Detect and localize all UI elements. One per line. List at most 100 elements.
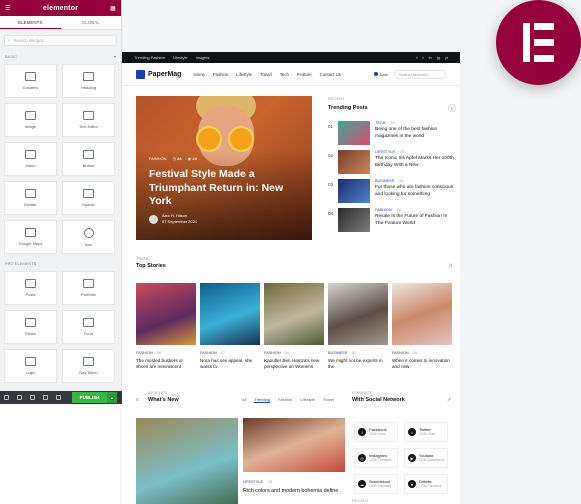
category-text[interactable]: TECH [375, 121, 385, 125]
layers-icon[interactable] [17, 395, 22, 400]
hero-category[interactable]: FASHION [149, 156, 167, 161]
category-text[interactable]: LIFESTYLE [375, 150, 395, 154]
category-text[interactable]: BUSINESS [375, 179, 394, 183]
topbar-link[interactable]: Lifestyle [173, 55, 188, 60]
widget-text-editor[interactable]: Text Editor [62, 103, 115, 137]
category-pro[interactable]: Pro Elements [0, 258, 121, 269]
hero-post[interactable]: FASHION ◷ 24 ◉ 24 Festival Style Made a … [136, 96, 312, 240]
social-dribble[interactable]: ● Dribble 13.5k Followers [404, 474, 448, 494]
category-text[interactable]: FASHION [200, 351, 217, 355]
story-card[interactable]: FASHION 24 The molded bustiers or shoes a… [136, 283, 196, 370]
social-instagram[interactable]: ◎ Instagram 14.5k Followers [354, 448, 398, 468]
tab-travel[interactable]: Travel [323, 397, 334, 403]
menu-item-fashion[interactable]: Fashion [213, 72, 228, 77]
widget-portfolio[interactable]: Portfolio [62, 271, 115, 305]
trending-item[interactable]: 03 BUSINESS 24 For those who are fashion c… [328, 179, 456, 208]
share-icon[interactable]: ⇗ [447, 397, 451, 403]
settings-icon[interactable] [4, 395, 9, 400]
menu-item-home[interactable]: Home [193, 72, 204, 77]
widget-login[interactable]: Login [4, 349, 57, 383]
category-text[interactable]: FASHION [392, 351, 409, 355]
widget-divider[interactable]: Divider [4, 181, 57, 215]
menu-item-travel[interactable]: Travel [260, 72, 272, 77]
widget-heading[interactable]: Heading [62, 64, 115, 98]
social-youtube[interactable]: ▶ Youtube 13.5k Subscribers [404, 448, 448, 468]
papermag-logo-icon [136, 69, 145, 79]
twitter-icon[interactable]: t [423, 55, 424, 60]
site-search-input[interactable]: Search keyword... [394, 69, 446, 79]
tab-global[interactable]: Global [61, 16, 122, 29]
social-facebook[interactable]: f Facebook 13.5k Likes [354, 422, 398, 442]
topbar-link[interactable]: Insights [196, 55, 210, 60]
category-text[interactable]: FASHION [375, 208, 392, 212]
whatsnew-image-small[interactable] [243, 418, 345, 472]
tab-lifestyle[interactable]: Lifestyle [300, 397, 315, 403]
form-icon [83, 318, 94, 327]
widget-search-input[interactable]: ⌕ Search Widget... [4, 35, 117, 46]
grid-icon[interactable]: ▦ [110, 5, 116, 12]
topbar-link[interactable]: Trending Fashion [134, 55, 165, 60]
hamburger-icon[interactable]: ☰ [5, 5, 11, 12]
trending-title: Being one of the best fashion magazines … [375, 127, 438, 139]
tab-all[interactable]: All [242, 397, 246, 403]
tab-elements[interactable]: Elements [0, 16, 61, 29]
menu-item-contact[interactable]: Contact Us [320, 72, 341, 77]
dark-mode-toggle[interactable]: Dark [373, 72, 388, 77]
menu-item-tech[interactable]: Tech [280, 72, 289, 77]
responsive-icon[interactable] [43, 395, 48, 400]
story-card[interactable]: FASHION 24 When it comes to innovation an… [392, 283, 452, 370]
category-text[interactable]: FASHION [136, 351, 153, 355]
widget-video[interactable]: Video [4, 142, 57, 176]
story-card[interactable]: BUSINESS 16 We might not be experts in th… [328, 283, 388, 370]
refresh-icon[interactable]: ↻ [448, 104, 456, 112]
widget-image[interactable]: Image [4, 103, 57, 137]
story-card[interactable]: FASHION 24 Kaoufler Ben Hamza's new persp… [264, 283, 324, 370]
widget-posts[interactable]: Posts [4, 271, 57, 305]
history-icon[interactable] [30, 395, 35, 400]
panel-tabs: Elements Global [0, 16, 121, 30]
social-twitter[interactable]: t Twitter 13.5k Likes [404, 422, 448, 442]
hero-title[interactable]: Festival Style Made a Triumphant Return … [149, 168, 299, 209]
widget-columns[interactable]: Columns [4, 64, 57, 98]
preview-icon[interactable] [56, 395, 61, 400]
tab-trending[interactable]: Trending [254, 397, 271, 403]
site-brand[interactable]: PaperMag [136, 69, 181, 79]
trending-item[interactable]: 01 TECH 24 Being one of the best fashion m… [328, 121, 456, 150]
menu-item-feature[interactable]: Feature [297, 72, 312, 77]
section-subtitle: Recent [352, 498, 369, 503]
category-text[interactable]: FASHION [264, 351, 281, 355]
widget-button[interactable]: Button [62, 142, 115, 176]
story-category: FASHION 24 [392, 351, 452, 355]
post-date: 07 September 2021 [162, 219, 198, 224]
tab-fashion[interactable]: Fashion [278, 397, 292, 403]
category-text[interactable]: LIFESTYLE [243, 480, 263, 484]
whatsnew-image-large[interactable] [136, 418, 238, 504]
menu-icon[interactable]: ≡ [136, 397, 139, 403]
widget-icon[interactable]: Icon [62, 220, 115, 254]
category-basic[interactable]: Basic ▾ [0, 51, 121, 62]
widget-google-maps[interactable]: Google Maps [4, 220, 57, 254]
trending-item[interactable]: 02 LIFESTYLE 24 The Iconic Iris Apfel Mark… [328, 150, 456, 179]
logo-bar [534, 23, 554, 30]
youtube-icon[interactable]: yt [445, 55, 448, 60]
instagram-icon[interactable]: ig [437, 55, 440, 60]
chevron-down-icon: ▾ [113, 54, 116, 59]
posts-icon [25, 279, 36, 288]
trending-item[interactable]: 04 FASHION 24 Resale Is the Future of Fash… [328, 208, 456, 237]
publish-options-icon[interactable]: ▴ [107, 392, 117, 403]
category-text[interactable]: BUSINESS [328, 351, 347, 355]
social-soundcloud[interactable]: ☁ Soundcloud 13.5k Followers [354, 474, 398, 494]
menu-item-lifestyle[interactable]: Lifestyle [236, 72, 252, 77]
publish-button[interactable]: PUBLISH [72, 392, 107, 403]
shuffle-icon[interactable]: ⤨ [448, 263, 452, 269]
widget-form[interactable]: Form [62, 310, 115, 344]
facebook-icon[interactable]: f [416, 55, 417, 60]
whatsnew-title[interactable]: Rich colors and modern bohemia define [243, 488, 338, 494]
widget-slides[interactable]: Slides [4, 310, 57, 344]
story-image [328, 283, 388, 345]
dribble-icon: ● [408, 480, 416, 488]
widget-spacer[interactable]: Spacer [62, 181, 115, 215]
widget-nav-menu[interactable]: Nav Menu [62, 349, 115, 383]
story-card[interactable]: FASHION 17 Nora has sex appeal, she wants… [200, 283, 260, 370]
linkedin-icon[interactable]: in [429, 55, 432, 60]
